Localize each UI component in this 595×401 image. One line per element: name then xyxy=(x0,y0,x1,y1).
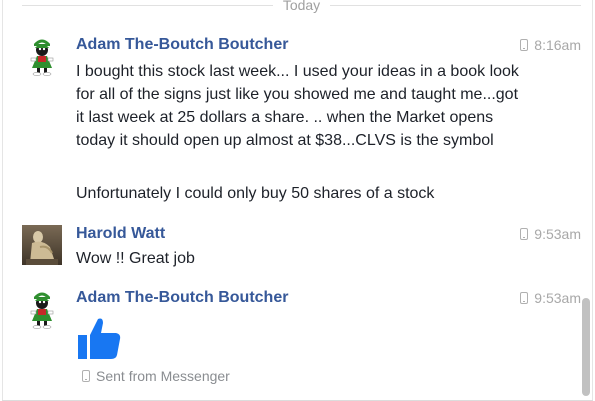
mobile-phone-icon xyxy=(520,228,529,240)
date-divider-label: Today xyxy=(282,0,321,13)
mobile-phone-icon xyxy=(520,39,529,51)
message-group: Adam The-Boutch Boutcher 9:53am xyxy=(22,289,581,367)
timestamp-text: 8:16am xyxy=(534,37,581,53)
message-text: Unfortunately I could only buy 50 shares… xyxy=(76,185,435,202)
mobile-phone-icon xyxy=(520,292,529,304)
scrollbar-thumb[interactable] xyxy=(582,298,590,396)
avatar[interactable] xyxy=(22,289,62,329)
mobile-phone-icon xyxy=(82,370,90,382)
message-group: Harold Watt 9:53am Wow !! Great job xyxy=(22,225,581,275)
date-divider: Today xyxy=(22,0,582,13)
chat-thread: Today Adam The-Boutch Boutcher 8:16am I … xyxy=(0,0,595,401)
message-timestamp: 9:53am xyxy=(520,290,581,306)
avatar[interactable] xyxy=(22,225,62,265)
divider-line-left xyxy=(22,4,273,6)
sender-name[interactable]: Harold Watt xyxy=(76,225,165,243)
sender-name[interactable]: Adam The-Boutch Boutcher xyxy=(76,289,288,307)
message-text: Wow !! Great job xyxy=(76,250,195,267)
divider-line-right xyxy=(330,4,582,6)
avatar[interactable] xyxy=(22,36,62,76)
timestamp-text: 9:53am xyxy=(534,226,581,242)
message-text: I bought this stock last week... I used … xyxy=(76,63,519,149)
sent-from-label: Sent from Messenger xyxy=(96,368,230,384)
timestamp-text: 9:53am xyxy=(534,290,581,306)
marvin-avatar-icon xyxy=(22,289,62,329)
sent-from-messenger: Sent from Messenger xyxy=(82,367,230,385)
thumbs-up-icon[interactable] xyxy=(76,315,122,361)
frame-border-left xyxy=(2,0,3,401)
statue-avatar-icon xyxy=(22,225,62,265)
frame-border-right xyxy=(592,0,593,401)
marvin-avatar-icon xyxy=(22,36,62,76)
message-group: Adam The-Boutch Boutcher 8:16am I bought… xyxy=(22,36,581,211)
message-timestamp: 9:53am xyxy=(520,226,581,242)
sender-name[interactable]: Adam The-Boutch Boutcher xyxy=(76,36,288,54)
message-timestamp: 8:16am xyxy=(520,37,581,53)
